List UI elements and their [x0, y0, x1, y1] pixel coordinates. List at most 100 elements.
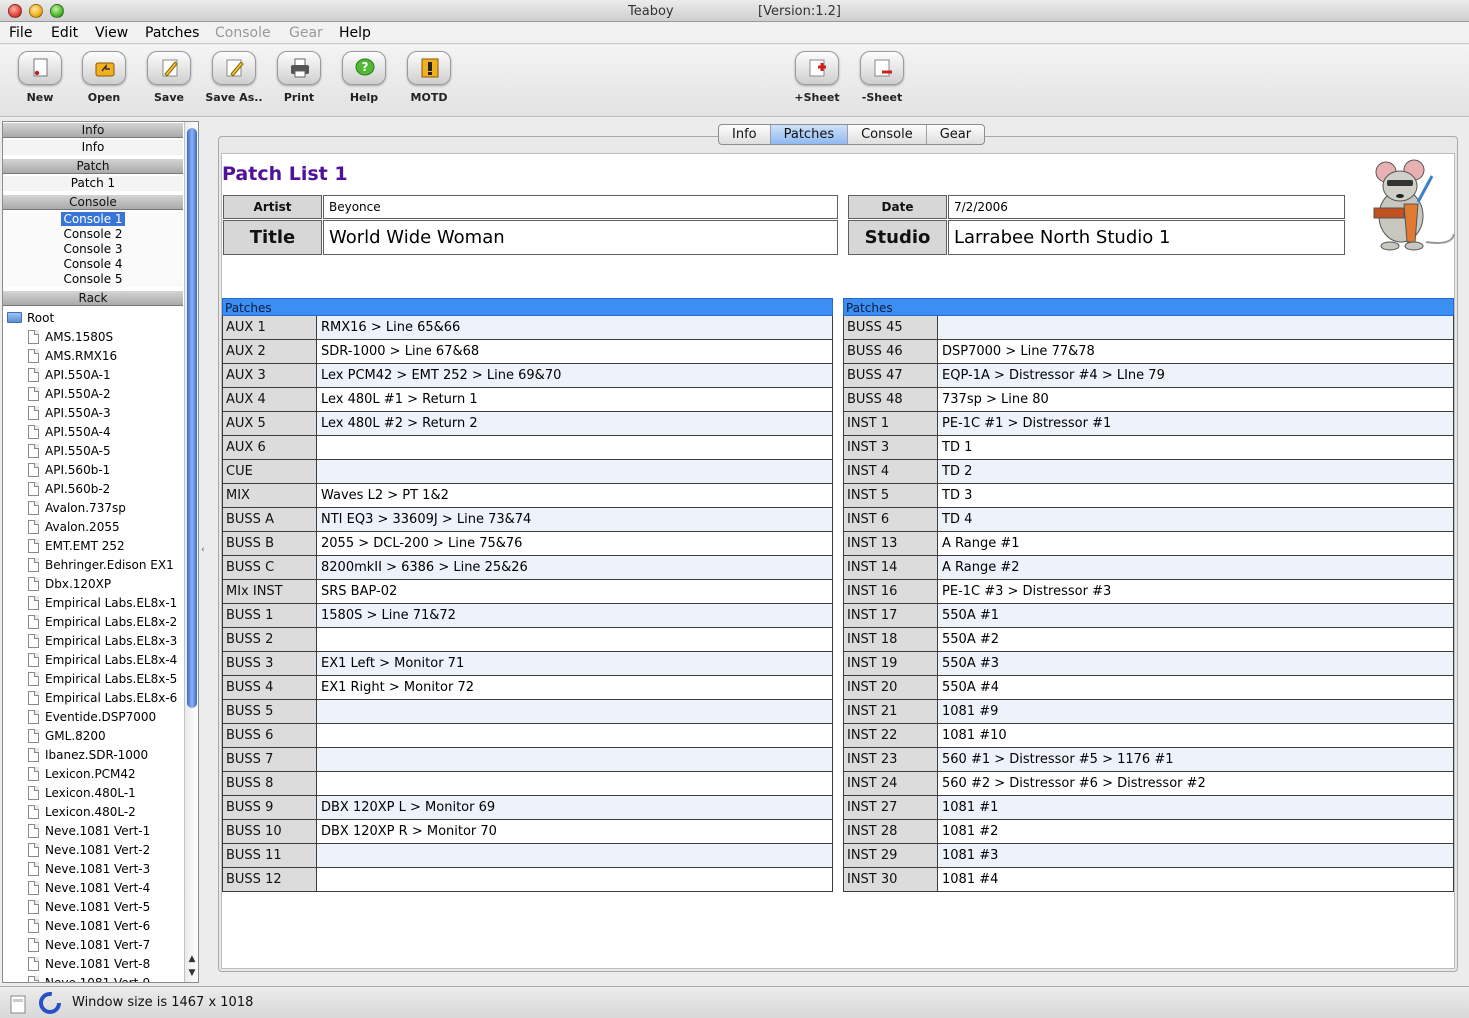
tree-item[interactable]: API.550A-1 — [3, 366, 183, 385]
patch-routing-cell[interactable] — [938, 316, 1453, 339]
patch-routing-cell[interactable]: EX1 Left > Monitor 71 — [317, 652, 832, 675]
tree-item[interactable]: Ibanez.SDR-1000 — [3, 746, 183, 765]
tree-item[interactable]: Neve.1081 Vert-9 — [3, 974, 183, 982]
close-window-button[interactable] — [8, 4, 22, 18]
help-button[interactable]: ? Help — [332, 51, 396, 111]
tree-item[interactable]: Behringer.Edison EX1 — [3, 556, 183, 575]
patch-routing-cell[interactable]: Waves L2 > PT 1&2 — [317, 484, 832, 507]
tree-item[interactable]: Lexicon.PCM42 — [3, 765, 183, 784]
tree-item[interactable]: Neve.1081 Vert-8 — [3, 955, 183, 974]
patch-routing-cell[interactable]: 1580S > Line 71&72 — [317, 604, 832, 627]
patch-routing-cell[interactable]: EX1 Right > Monitor 72 — [317, 676, 832, 699]
tree-item[interactable]: Neve.1081 Vert-2 — [3, 841, 183, 860]
menu-gear[interactable]: Gear — [289, 25, 323, 41]
patch-routing-cell[interactable]: RMX16 > Line 65&66 — [317, 316, 832, 339]
patch-routing-cell[interactable]: 8200mkII > 6386 > Line 25&26 — [317, 556, 832, 579]
patch-routing-cell[interactable]: SRS BAP-02 — [317, 580, 832, 603]
patch-routing-cell[interactable]: A Range #1 — [938, 532, 1453, 555]
patch-routing-cell[interactable]: TD 1 — [938, 436, 1453, 459]
tree-item[interactable]: Avalon.737sp — [3, 499, 183, 518]
open-button[interactable]: Open — [72, 51, 136, 111]
sidebar-info-header[interactable]: Info — [3, 123, 183, 138]
scroll-down-arrow-icon[interactable]: ▼ — [187, 968, 197, 978]
new-button[interactable]: New — [8, 51, 72, 111]
tree-item[interactable]: Avalon.2055 — [3, 518, 183, 537]
tab-info[interactable]: Info — [719, 125, 771, 144]
add-sheet-button[interactable]: +Sheet — [785, 51, 849, 111]
patch-routing-cell[interactable]: 560 #2 > Distressor #6 > Distressor #2 — [938, 772, 1453, 795]
tab-console[interactable]: Console — [848, 125, 927, 144]
sidebar-item-console-5[interactable]: Console 5 — [3, 272, 183, 287]
tree-item[interactable]: Lexicon.480L-2 — [3, 803, 183, 822]
patch-routing-cell[interactable]: 550A #3 — [938, 652, 1453, 675]
patch-routing-cell[interactable]: 737sp > Line 80 — [938, 388, 1453, 411]
patch-routing-cell[interactable]: 2055 > DCL-200 > Line 75&76 — [317, 532, 832, 555]
tree-item[interactable]: Neve.1081 Vert-1 — [3, 822, 183, 841]
splitter-handle-icon[interactable]: ‹ — [201, 545, 205, 555]
zoom-window-button[interactable] — [50, 4, 64, 18]
tree-item[interactable]: Empirical Labs.EL8x-5 — [3, 670, 183, 689]
artist-field[interactable]: Beyonce — [323, 195, 838, 219]
save-as-button[interactable]: Save As.. — [202, 51, 266, 111]
sidebar-item-console-3[interactable]: Console 3 — [3, 242, 183, 257]
tree-item[interactable]: API.560b-1 — [3, 461, 183, 480]
menu-help[interactable]: Help — [339, 25, 371, 41]
patch-routing-cell[interactable]: 1081 #10 — [938, 724, 1453, 747]
tree-item[interactable]: Eventide.DSP7000 — [3, 708, 183, 727]
patch-routing-cell[interactable]: Lex 480L #2 > Return 2 — [317, 412, 832, 435]
sidebar-item-info[interactable]: Info — [3, 140, 183, 155]
tree-item[interactable]: Neve.1081 Vert-6 — [3, 917, 183, 936]
patch-routing-cell[interactable]: 1081 #9 — [938, 700, 1453, 723]
tree-item[interactable]: Neve.1081 Vert-4 — [3, 879, 183, 898]
sidebar-scrollbar[interactable]: ▲ ▼ — [184, 122, 198, 982]
patch-routing-cell[interactable] — [317, 700, 832, 723]
tree-item[interactable]: Empirical Labs.EL8x-2 — [3, 613, 183, 632]
patch-routing-cell[interactable] — [317, 748, 832, 771]
sidebar-patch-header[interactable]: Patch — [3, 159, 183, 174]
tree-item[interactable]: EMT.EMT 252 — [3, 537, 183, 556]
menu-file[interactable]: File — [9, 25, 32, 41]
menu-view[interactable]: View — [95, 25, 128, 41]
remove-sheet-button[interactable]: -Sheet — [850, 51, 914, 111]
tree-item[interactable]: Empirical Labs.EL8x-3 — [3, 632, 183, 651]
tree-item[interactable]: AMS.1580S — [3, 328, 183, 347]
patch-routing-cell[interactable]: 550A #2 — [938, 628, 1453, 651]
menu-edit[interactable]: Edit — [51, 25, 78, 41]
scroll-up-arrow-icon[interactable]: ▲ — [187, 954, 197, 964]
patch-routing-cell[interactable] — [317, 628, 832, 651]
patch-routing-cell[interactable]: TD 3 — [938, 484, 1453, 507]
tree-item[interactable]: Neve.1081 Vert-5 — [3, 898, 183, 917]
patch-routing-cell[interactable] — [317, 844, 832, 867]
tree-item[interactable]: Lexicon.480L-1 — [3, 784, 183, 803]
tab-gear[interactable]: Gear — [927, 125, 984, 144]
menu-patches[interactable]: Patches — [145, 25, 199, 41]
patch-routing-cell[interactable]: PE-1C #3 > Distressor #3 — [938, 580, 1453, 603]
date-field[interactable]: 7/2/2006 — [948, 195, 1345, 219]
patch-routing-cell[interactable] — [317, 460, 832, 483]
patch-routing-cell[interactable]: Lex PCM42 > EMT 252 > Line 69&70 — [317, 364, 832, 387]
tree-item[interactable]: Empirical Labs.EL8x-6 — [3, 689, 183, 708]
patch-routing-cell[interactable] — [317, 436, 832, 459]
patch-routing-cell[interactable]: EQP-1A > Distressor #4 > LIne 79 — [938, 364, 1453, 387]
sidebar-item-console-4[interactable]: Console 4 — [3, 257, 183, 272]
tab-patches[interactable]: Patches — [770, 125, 849, 144]
save-button[interactable]: Save — [137, 51, 201, 111]
sidebar-item-console-1[interactable]: Console 1 — [3, 212, 183, 227]
patch-routing-cell[interactable]: Lex 480L #1 > Return 1 — [317, 388, 832, 411]
patch-routing-cell[interactable]: TD 4 — [938, 508, 1453, 531]
patch-routing-cell[interactable]: 1081 #3 — [938, 844, 1453, 867]
tree-item[interactable]: Empirical Labs.EL8x-4 — [3, 651, 183, 670]
tree-item[interactable]: AMS.RMX16 — [3, 347, 183, 366]
tree-root[interactable]: Root — [3, 309, 183, 328]
tree-item[interactable]: GML.8200 — [3, 727, 183, 746]
studio-field[interactable]: Larrabee North Studio 1 — [948, 220, 1345, 255]
patch-routing-cell[interactable]: 1081 #1 — [938, 796, 1453, 819]
patch-routing-cell[interactable]: DBX 120XP L > Monitor 69 — [317, 796, 832, 819]
sidebar-scroll-thumb[interactable] — [187, 128, 197, 708]
minimize-window-button[interactable] — [29, 4, 43, 18]
patch-routing-cell[interactable]: PE-1C #1 > Distressor #1 — [938, 412, 1453, 435]
patch-routing-cell[interactable]: 550A #4 — [938, 676, 1453, 699]
song-title-field[interactable]: World Wide Woman — [323, 220, 838, 255]
tree-item[interactable]: Dbx.120XP — [3, 575, 183, 594]
sidebar-item-console-2[interactable]: Console 2 — [3, 227, 183, 242]
